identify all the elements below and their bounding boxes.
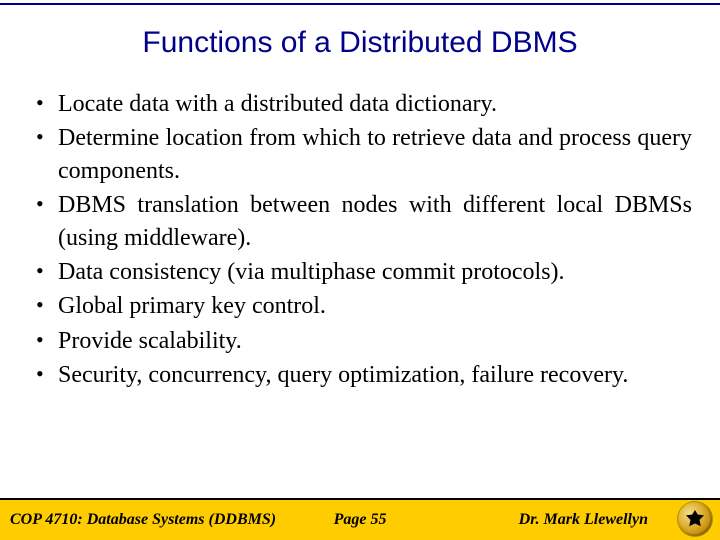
list-item: Locate data with a distributed data dict… <box>28 88 692 120</box>
footer-page: Page 55 <box>334 511 387 529</box>
logo-glyph <box>686 510 704 528</box>
content-area: Locate data with a distributed data dict… <box>28 88 692 394</box>
ucf-logo-icon <box>678 502 712 536</box>
slide-title: Functions of a Distributed DBMS <box>0 26 720 60</box>
list-item: Determine location from which to retriev… <box>28 122 692 187</box>
footer-bar: COP 4710: Database Systems (DDBMS) Page … <box>0 498 720 540</box>
slide: Functions of a Distributed DBMS Locate d… <box>0 0 720 540</box>
footer-course: COP 4710: Database Systems (DDBMS) <box>0 511 276 529</box>
list-item: Global primary key control. <box>28 290 692 322</box>
top-rule <box>0 3 720 5</box>
list-item: Security, concurrency, query optimizatio… <box>28 359 692 391</box>
list-item: Data consistency (via multiphase commit … <box>28 256 692 288</box>
bullet-list: Locate data with a distributed data dict… <box>28 88 692 392</box>
list-item: DBMS translation between nodes with diff… <box>28 189 692 254</box>
list-item: Provide scalability. <box>28 325 692 357</box>
footer-author: Dr. Mark Llewellyn <box>519 511 648 529</box>
